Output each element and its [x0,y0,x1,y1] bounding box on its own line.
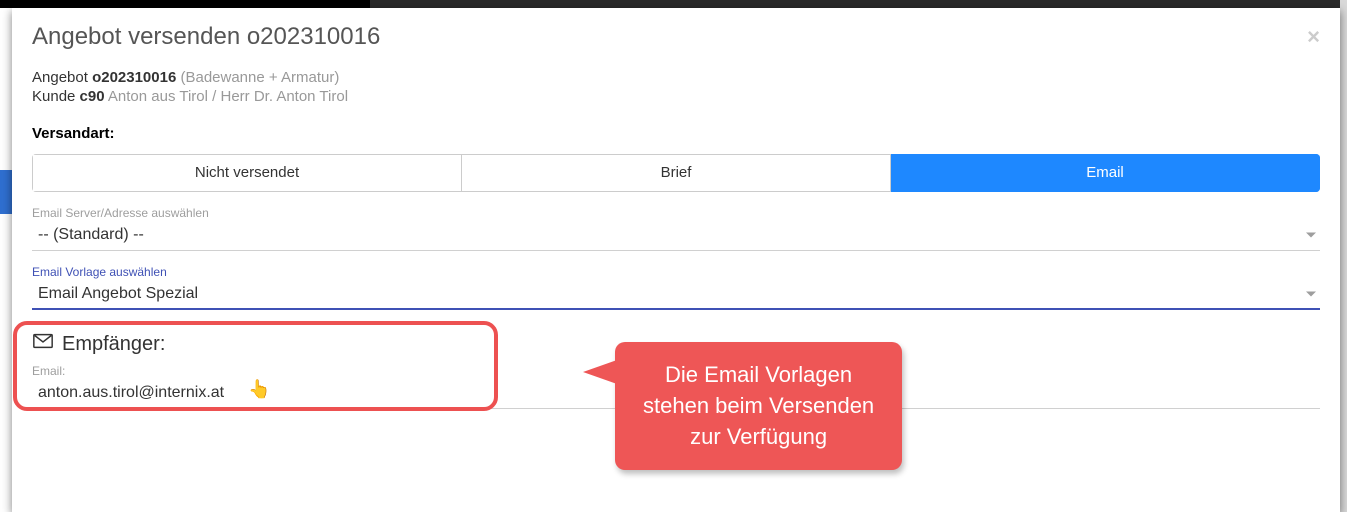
offer-number: o202310016 [92,69,176,86]
email-template-select[interactable]: Email Angebot Spezial [32,279,1320,310]
offer-description: (Badewanne + Armatur) [180,69,339,86]
modal-title: Angebot versenden o202310016 [32,23,380,51]
offer-label: Angebot [32,69,88,86]
modal-header: Angebot versenden o202310016 × [12,8,1340,69]
customer-label: Kunde [32,88,75,105]
email-template-value: Email Angebot Spezial [38,285,198,302]
email-server-value: -- (Standard) -- [38,226,144,243]
email-server-label: Email Server/Adresse auswählen [32,206,1320,220]
callout-line: Die Email Vorlagen [643,360,874,391]
chevron-down-icon [1306,233,1316,238]
email-template-label: Email Vorlage auswählen [32,265,1320,279]
annotation-callout: Die Email Vorlagen stehen beim Versenden… [615,342,902,470]
shipping-option-letter[interactable]: Brief [462,154,891,192]
close-icon[interactable]: × [1307,26,1320,48]
shipping-label: Versandart: [32,125,1320,142]
recipients-heading-text: Empfänger: [62,333,165,356]
customer-number: c90 [80,88,105,105]
envelope-icon [32,330,54,358]
callout-line: stehen beim Versenden [643,391,874,422]
shipping-option-email[interactable]: Email [891,154,1320,192]
shipping-method-group: Nicht versendet Brief Email [32,154,1320,192]
callout-line: zur Verfügung [643,422,874,453]
chevron-down-icon [1306,291,1316,296]
email-server-select[interactable]: -- (Standard) -- [32,220,1320,251]
offer-summary: Angebot o202310016 (Badewanne + Armatur)… [32,69,1320,105]
shipping-option-not-sent[interactable]: Nicht versendet [32,154,462,192]
customer-name: Anton aus Tirol / Herr Dr. Anton Tirol [108,88,348,105]
